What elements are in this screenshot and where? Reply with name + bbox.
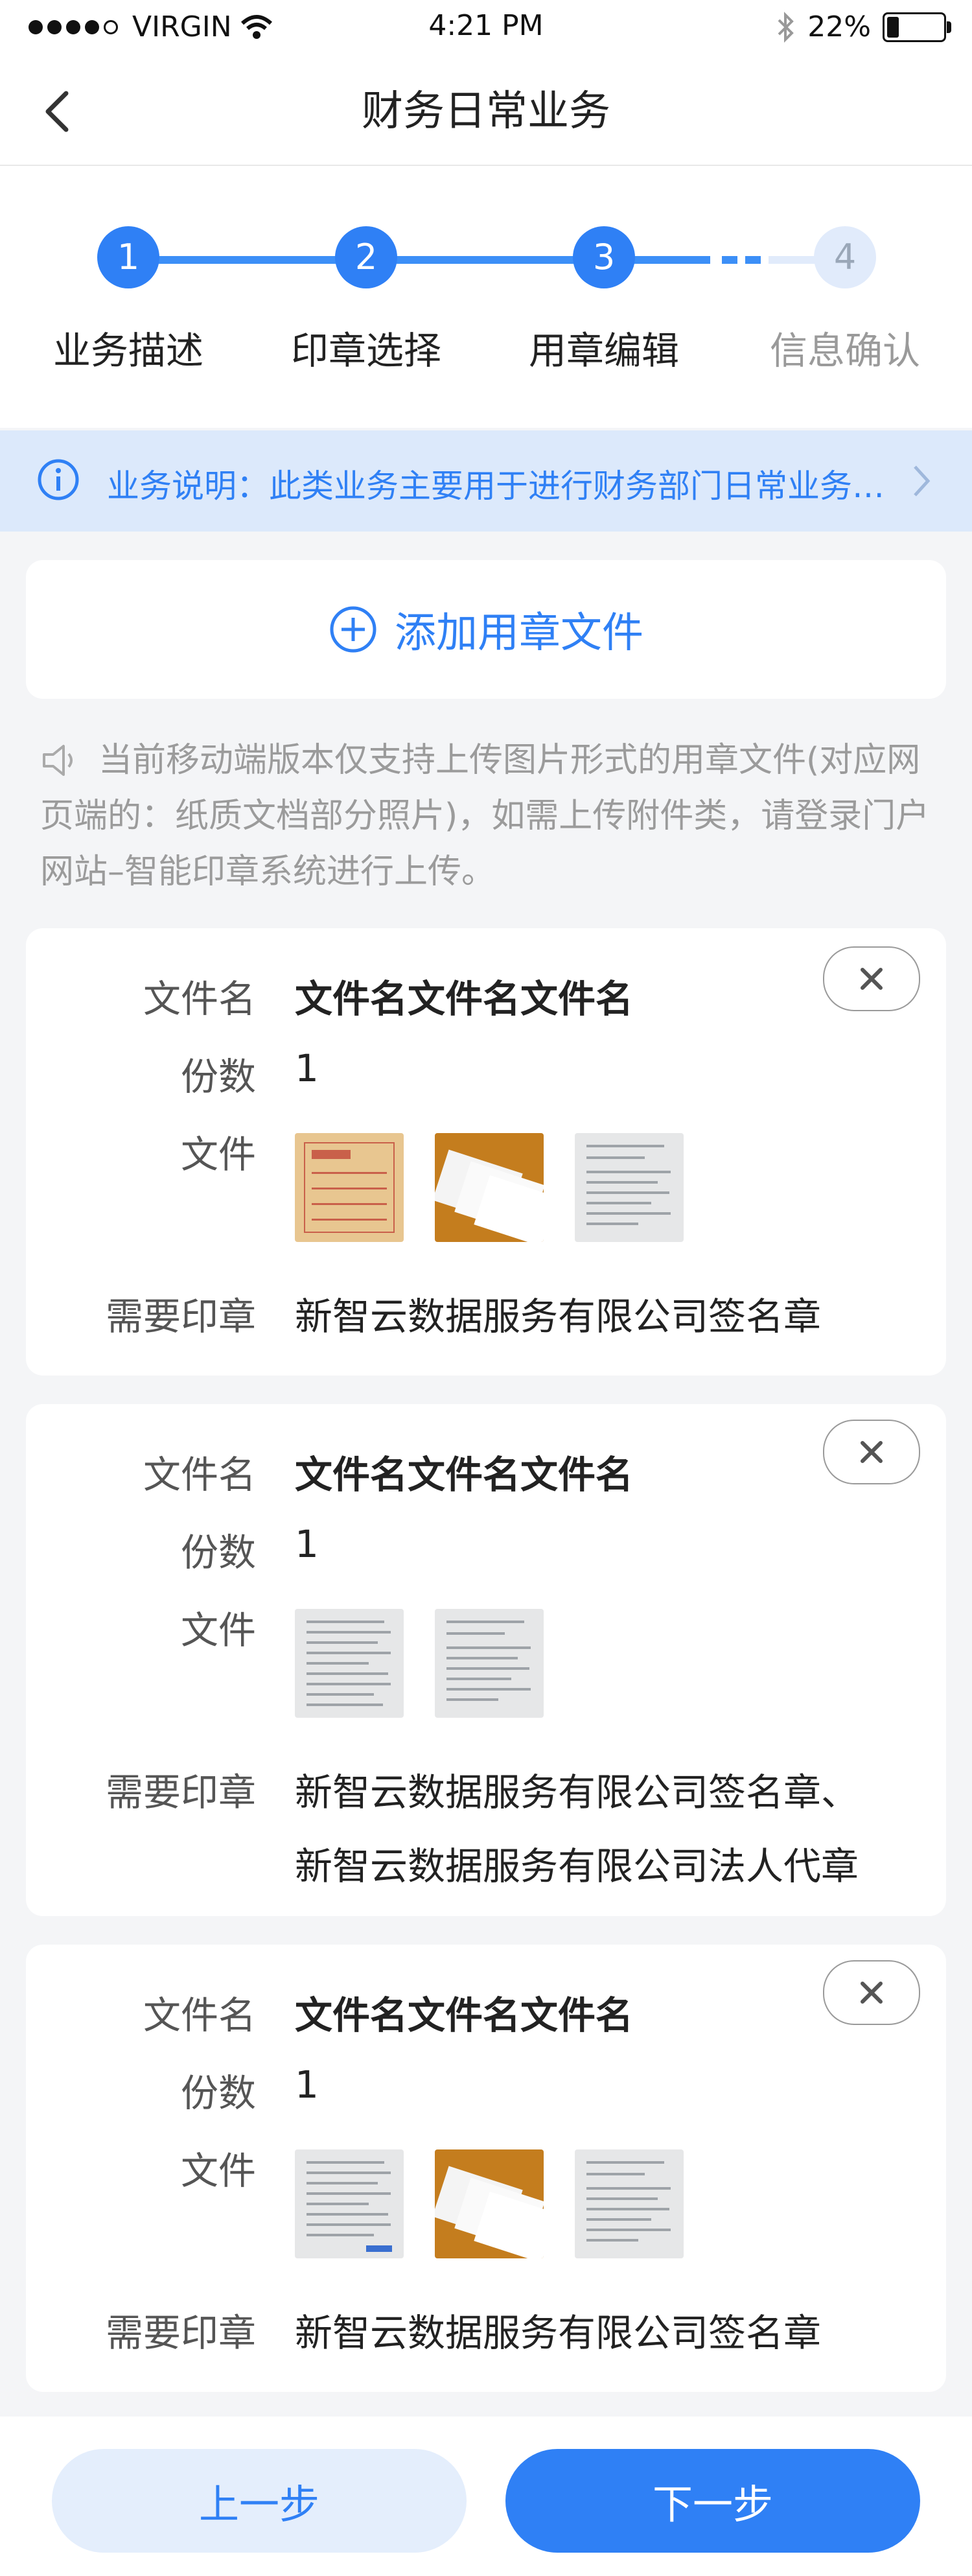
seals-label: 需要印章 <box>105 1770 256 1814</box>
status-right: 22% <box>776 10 951 43</box>
file-name-value: 文件名文件名文件名 <box>295 977 634 1021</box>
progress-line-pending <box>769 256 820 264</box>
add-file-button[interactable]: 添加用章文件 <box>26 560 946 699</box>
upload-tip-text: 当前移动端版本仅支持上传图片形式的用章文件(对应网页端的：纸质文档部分照片)，如… <box>40 741 930 891</box>
close-icon <box>861 1982 883 2004</box>
document-page-scan[interactable] <box>435 1609 544 1718</box>
plus-circle-icon <box>330 606 376 653</box>
progress-dash <box>722 256 737 264</box>
file-name-label: 文件名 <box>143 1993 256 2037</box>
next-step-button[interactable]: 下一步 <box>505 2449 920 2553</box>
step-4-circle: 4 <box>814 226 876 288</box>
step-3-label: 用章编辑 <box>528 329 679 373</box>
copies-value: 1 <box>295 1522 319 1566</box>
battery-percent: 22% <box>807 10 871 43</box>
copies-label: 份数 <box>180 1055 256 1099</box>
file-name-label: 文件名 <box>143 977 256 1021</box>
file-thumbnails <box>295 2149 684 2258</box>
step-2-circle: 2 <box>335 226 397 288</box>
file-name-value: 文件名文件名文件名 <box>295 1993 634 2037</box>
battery-icon <box>883 12 951 42</box>
copies-value: 1 <box>295 2063 319 2107</box>
file-card: 文件名 文件名文件名文件名 份数 1 文件 需要印章 新智云数据服务有限公司签名… <box>26 928 946 1376</box>
step-3-circle: 3 <box>573 226 635 288</box>
chevron-right-icon <box>914 465 931 497</box>
files-label: 文件 <box>180 1132 256 1177</box>
document-page-scan[interactable] <box>295 2149 404 2258</box>
seals-label: 需要印章 <box>105 2311 256 2355</box>
status-bar: VIRGIN 4:21 PM 22% <box>0 0 972 58</box>
seal-value: 新智云数据服务有限公司法人代章 <box>295 1844 859 1888</box>
copies-label: 份数 <box>180 1530 256 1575</box>
document-page-scan[interactable] <box>575 2149 684 2258</box>
file-thumbnails <box>295 1609 544 1718</box>
file-thumbnails <box>295 1133 684 1242</box>
step-1-label: 业务描述 <box>52 329 203 373</box>
business-notice-bar[interactable]: 业务说明：此类业务主要用于进行财务部门日常业务… <box>0 430 972 532</box>
progress-dash <box>745 256 761 264</box>
remove-file-button[interactable] <box>823 1420 920 1484</box>
remove-file-button[interactable] <box>823 946 920 1011</box>
add-file-card[interactable]: 添加用章文件 <box>26 560 946 699</box>
file-card: 文件名 文件名文件名文件名 份数 1 文件 需要印章 新智云数据服务有限公司签名… <box>26 1945 946 2392</box>
step-4-label: 信息确认 <box>769 329 920 373</box>
files-label: 文件 <box>180 2149 256 2193</box>
document-page-scan[interactable] <box>575 1133 684 1242</box>
copies-value: 1 <box>295 1046 319 1090</box>
notice-text: 业务说明：此类业务主要用于进行财务部门日常业务… <box>107 467 885 505</box>
step-1-circle: 1 <box>97 226 159 288</box>
printed-documents-photo[interactable] <box>435 1133 544 1242</box>
step-progress: 1 2 3 4 业务描述 印章选择 用章编辑 信息确认 <box>0 166 972 428</box>
step-2-label: 印章选择 <box>290 329 441 373</box>
close-icon <box>861 968 883 990</box>
seal-value: 新智云数据服务有限公司签名章、 <box>295 1770 859 1814</box>
document-page-scan[interactable] <box>295 1609 404 1718</box>
file-name-value: 文件名文件名文件名 <box>295 1453 634 1497</box>
remove-file-button[interactable] <box>823 1960 920 2025</box>
close-icon <box>861 1441 883 1463</box>
seal-value: 新智云数据服务有限公司签名章 <box>295 1294 822 1339</box>
nav-bar: 财务日常业务 <box>0 58 972 166</box>
seals-label: 需要印章 <box>105 1294 256 1339</box>
page-title: 财务日常业务 <box>362 88 610 135</box>
add-file-label: 添加用章文件 <box>395 609 643 657</box>
printed-documents-photo[interactable] <box>435 2149 544 2258</box>
copies-label: 份数 <box>180 2071 256 2115</box>
file-card: 文件名 文件名文件名文件名 份数 1 文件 需要印章 新智云数据服务有限公司签名… <box>26 1404 946 1916</box>
info-icon <box>38 459 79 500</box>
seal-value: 新智云数据服务有限公司签名章 <box>295 2311 822 2355</box>
archive-folder-photo[interactable] <box>295 1133 404 1242</box>
files-label: 文件 <box>180 1608 256 1652</box>
file-name-label: 文件名 <box>143 1453 256 1497</box>
bluetooth-icon <box>778 11 794 43</box>
previous-step-button[interactable]: 上一步 <box>52 2449 467 2553</box>
bottom-action-bar: 上一步 下一步 <box>0 2417 972 2576</box>
